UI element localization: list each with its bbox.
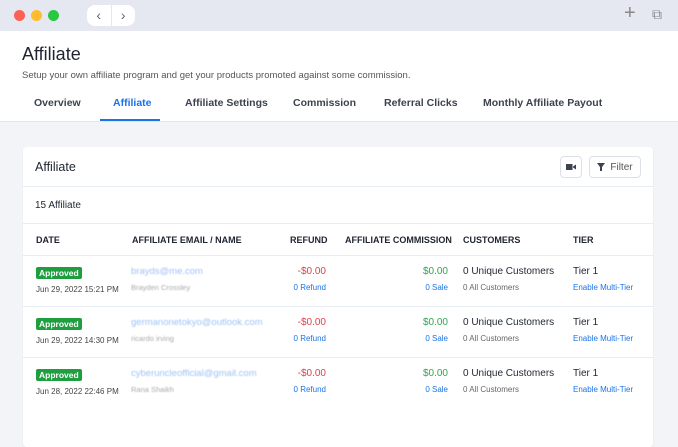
enable-multi-tier-link[interactable]: Enable Multi-Tier bbox=[573, 283, 633, 292]
card-title: Affiliate bbox=[35, 160, 76, 174]
table-row: Approved Jun 28, 2022 22:46 PM cyberuncleo… bbox=[23, 357, 653, 408]
video-camera-icon bbox=[566, 164, 576, 170]
commission-amount: $0.00 bbox=[422, 368, 448, 379]
browser-toolbar: ‹ › + ⧉ bbox=[0, 0, 678, 31]
page-header: Affiliate Setup your own affiliate progr… bbox=[0, 31, 678, 122]
filter-button[interactable]: Filter bbox=[589, 156, 641, 178]
commission-amount: $0.00 bbox=[422, 266, 448, 277]
tab-affiliate[interactable]: Affiliate bbox=[113, 97, 152, 109]
col-date: DATE bbox=[36, 235, 60, 245]
date: Jun 29, 2022 15:21 PM bbox=[36, 285, 119, 294]
affiliate-name: ricardo irving bbox=[131, 334, 174, 343]
unique-customers: 0 Unique Customers bbox=[463, 317, 555, 328]
tier: Tier 1 bbox=[573, 266, 599, 277]
active-tab-indicator bbox=[100, 119, 160, 121]
refund-link[interactable]: 0 Refund bbox=[294, 334, 326, 343]
status-badge: Approved bbox=[36, 369, 82, 381]
affiliate-card: Affiliate Filter 15 Affiliate DATE AFFIL… bbox=[23, 147, 653, 447]
status-badge: Approved bbox=[36, 267, 82, 279]
table-row: Approved Jun 29, 2022 15:21 PM brayds@me.c… bbox=[23, 255, 653, 306]
page-title: Affiliate bbox=[22, 44, 81, 64]
refund-amount: -$0.00 bbox=[297, 317, 326, 328]
tier: Tier 1 bbox=[573, 317, 599, 328]
sale-link[interactable]: 0 Sale bbox=[425, 283, 448, 292]
date: Jun 29, 2022 14:30 PM bbox=[36, 336, 119, 345]
divider bbox=[23, 223, 653, 224]
enable-multi-tier-link[interactable]: Enable Multi-Tier bbox=[573, 385, 633, 394]
affiliate-email[interactable]: cyberuncleofficial@gmail.com bbox=[131, 368, 257, 379]
minimize-window-button[interactable] bbox=[31, 10, 42, 21]
col-commission: AFFILIATE COMMISSION bbox=[345, 235, 452, 245]
status-badge: Approved bbox=[36, 318, 82, 330]
all-customers: 0 All Customers bbox=[463, 283, 520, 292]
filter-icon bbox=[597, 163, 606, 171]
tab-overview[interactable]: Overview bbox=[34, 97, 81, 109]
tab-monthly-affiliate-payout[interactable]: Monthly Affiliate Payout bbox=[483, 97, 602, 109]
date: Jun 28, 2022 22:46 PM bbox=[36, 387, 119, 396]
all-customers: 0 All Customers bbox=[463, 385, 520, 394]
page-subtitle: Setup your own affiliate program and get… bbox=[22, 70, 411, 81]
affiliate-count: 15 Affiliate bbox=[35, 200, 81, 211]
affiliate-name: Rana Shaikh bbox=[131, 385, 174, 394]
back-button[interactable]: ‹ bbox=[87, 5, 112, 26]
col-refund: REFUND bbox=[290, 235, 328, 245]
sale-link[interactable]: 0 Sale bbox=[425, 334, 448, 343]
new-tab-icon[interactable]: + bbox=[624, 2, 636, 25]
affiliate-email[interactable]: brayds@me.com bbox=[131, 266, 203, 277]
tabs-overview-icon[interactable]: ⧉ bbox=[652, 6, 662, 23]
col-tier: TIER bbox=[573, 235, 594, 245]
tab-affiliate-settings[interactable]: Affiliate Settings bbox=[185, 97, 268, 109]
unique-customers: 0 Unique Customers bbox=[463, 368, 555, 379]
col-customers: CUSTOMERS bbox=[463, 235, 521, 245]
col-email-name: AFFILIATE EMAIL / NAME bbox=[132, 235, 242, 245]
refund-amount: -$0.00 bbox=[297, 266, 326, 277]
all-customers: 0 All Customers bbox=[463, 334, 520, 343]
nav-buttons: ‹ › bbox=[87, 5, 135, 26]
commission-amount: $0.00 bbox=[422, 317, 448, 328]
divider bbox=[23, 186, 653, 187]
close-window-button[interactable] bbox=[14, 10, 25, 21]
affiliate-name: Brayden Crossley bbox=[131, 283, 191, 292]
forward-button[interactable]: › bbox=[112, 5, 136, 26]
tab-commission[interactable]: Commission bbox=[293, 97, 356, 109]
refund-amount: -$0.00 bbox=[297, 368, 326, 379]
refund-link[interactable]: 0 Refund bbox=[294, 385, 326, 394]
refund-link[interactable]: 0 Refund bbox=[294, 283, 326, 292]
enable-multi-tier-link[interactable]: Enable Multi-Tier bbox=[573, 334, 633, 343]
video-button[interactable] bbox=[560, 156, 582, 178]
maximize-window-button[interactable] bbox=[48, 10, 59, 21]
unique-customers: 0 Unique Customers bbox=[463, 266, 555, 277]
tab-referral-clicks[interactable]: Referral Clicks bbox=[384, 97, 458, 109]
table-row: Approved Jun 29, 2022 14:30 PM germanoneto… bbox=[23, 306, 653, 357]
tier: Tier 1 bbox=[573, 368, 599, 379]
affiliate-email[interactable]: germanonetokyo@outlook.com bbox=[131, 317, 263, 328]
filter-label: Filter bbox=[610, 161, 633, 173]
sale-link[interactable]: 0 Sale bbox=[425, 385, 448, 394]
